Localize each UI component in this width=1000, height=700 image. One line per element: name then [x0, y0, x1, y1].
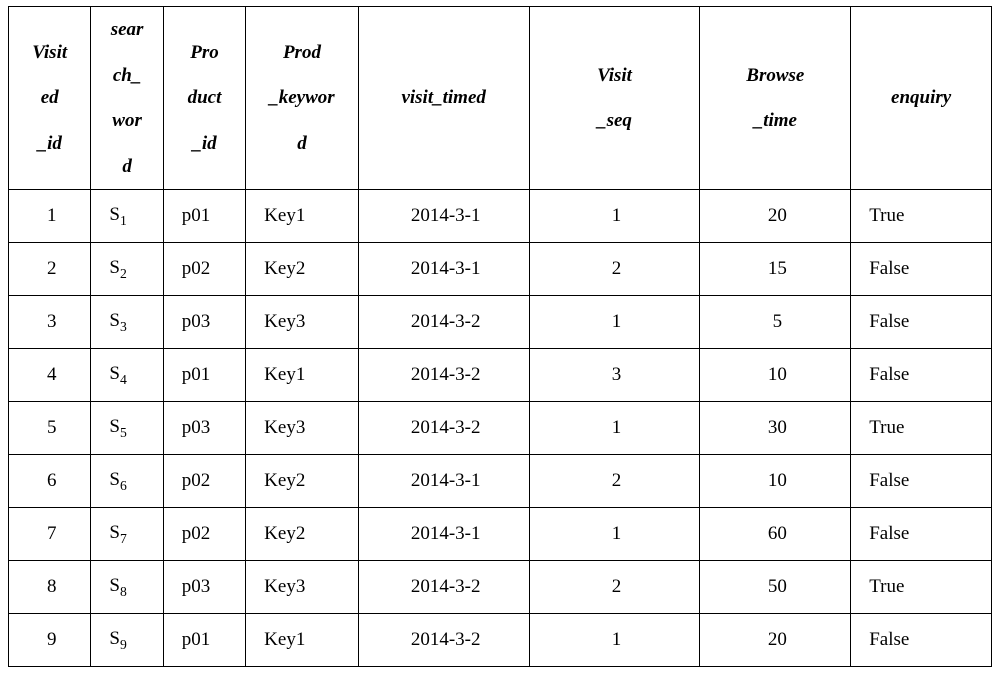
table-row: 3S3p03Key32014-3-215False: [9, 296, 992, 349]
cell-visit-seq: 2: [529, 243, 700, 296]
cell-visited-id: 1: [9, 190, 91, 243]
col-header-visited-id: Visit ed _id: [9, 7, 91, 190]
cell-browse-time: 50: [700, 561, 851, 614]
col-header-browse-time: Browse _time: [700, 7, 851, 190]
cell-enquiry: False: [851, 455, 992, 508]
cell-enquiry: True: [851, 190, 992, 243]
cell-visited-id: 4: [9, 349, 91, 402]
cell-product-id: p01: [163, 614, 245, 667]
cell-prod-keyword: Key3: [246, 561, 359, 614]
cell-search-word: S5: [91, 402, 163, 455]
cell-search-word: S8: [91, 561, 163, 614]
cell-visit-seq: 1: [529, 508, 700, 561]
cell-browse-time: 30: [700, 402, 851, 455]
cell-enquiry: False: [851, 614, 992, 667]
cell-visit-timed: 2014-3-2: [358, 296, 529, 349]
col-header-visit-timed: visit_timed: [358, 7, 529, 190]
cell-product-id: p03: [163, 296, 245, 349]
cell-browse-time: 10: [700, 349, 851, 402]
cell-search-word: S9: [91, 614, 163, 667]
cell-search-word: S4: [91, 349, 163, 402]
cell-enquiry: False: [851, 349, 992, 402]
cell-visit-timed: 2014-3-1: [358, 190, 529, 243]
header-row: Visit ed _id sear ch_ wor d Pro duct _id…: [9, 7, 992, 190]
cell-visited-id: 2: [9, 243, 91, 296]
cell-visit-seq: 2: [529, 455, 700, 508]
cell-visited-id: 9: [9, 614, 91, 667]
cell-product-id: p03: [163, 561, 245, 614]
cell-visit-seq: 1: [529, 190, 700, 243]
table-row: 4S4p01Key12014-3-2310False: [9, 349, 992, 402]
table-container: Visit ed _id sear ch_ wor d Pro duct _id…: [0, 0, 1000, 673]
col-header-enquiry: enquiry: [851, 7, 992, 190]
table-row: 9S9p01Key12014-3-2120False: [9, 614, 992, 667]
table-header: Visit ed _id sear ch_ wor d Pro duct _id…: [9, 7, 992, 190]
cell-visit-timed: 2014-3-2: [358, 614, 529, 667]
cell-visit-seq: 1: [529, 402, 700, 455]
cell-visit-timed: 2014-3-2: [358, 349, 529, 402]
col-header-prod-keyword: Prod _keywor d: [246, 7, 359, 190]
table-row: 2S2p02Key22014-3-1215False: [9, 243, 992, 296]
col-header-product-id: Pro duct _id: [163, 7, 245, 190]
table-row: 6S6p02Key22014-3-1210False: [9, 455, 992, 508]
table-row: 7S7p02Key22014-3-1160False: [9, 508, 992, 561]
cell-visited-id: 7: [9, 508, 91, 561]
cell-browse-time: 20: [700, 614, 851, 667]
cell-search-word: S2: [91, 243, 163, 296]
cell-search-word: S6: [91, 455, 163, 508]
cell-visit-timed: 2014-3-2: [358, 561, 529, 614]
cell-prod-keyword: Key2: [246, 455, 359, 508]
cell-visited-id: 5: [9, 402, 91, 455]
table-row: 8S8p03Key32014-3-2250True: [9, 561, 992, 614]
cell-visit-seq: 1: [529, 296, 700, 349]
cell-enquiry: True: [851, 561, 992, 614]
cell-browse-time: 20: [700, 190, 851, 243]
cell-browse-time: 15: [700, 243, 851, 296]
cell-prod-keyword: Key1: [246, 614, 359, 667]
cell-product-id: p01: [163, 190, 245, 243]
cell-visit-timed: 2014-3-1: [358, 455, 529, 508]
data-table: Visit ed _id sear ch_ wor d Pro duct _id…: [8, 6, 992, 667]
cell-prod-keyword: Key2: [246, 508, 359, 561]
cell-browse-time: 10: [700, 455, 851, 508]
cell-visit-seq: 2: [529, 561, 700, 614]
cell-visited-id: 8: [9, 561, 91, 614]
cell-product-id: p01: [163, 349, 245, 402]
col-header-visit-seq: Visit _seq: [529, 7, 700, 190]
cell-visited-id: 6: [9, 455, 91, 508]
cell-prod-keyword: Key1: [246, 190, 359, 243]
cell-search-word: S3: [91, 296, 163, 349]
cell-search-word: S7: [91, 508, 163, 561]
col-header-search-word: sear ch_ wor d: [91, 7, 163, 190]
table-row: 1S1p01Key12014-3-1120True: [9, 190, 992, 243]
table-row: 5S5p03Key32014-3-2130True: [9, 402, 992, 455]
cell-visited-id: 3: [9, 296, 91, 349]
cell-prod-keyword: Key1: [246, 349, 359, 402]
cell-visit-timed: 2014-3-1: [358, 508, 529, 561]
cell-product-id: p02: [163, 243, 245, 296]
cell-enquiry: False: [851, 296, 992, 349]
cell-product-id: p02: [163, 508, 245, 561]
cell-visit-seq: 3: [529, 349, 700, 402]
cell-visit-seq: 1: [529, 614, 700, 667]
cell-browse-time: 5: [700, 296, 851, 349]
cell-visit-timed: 2014-3-2: [358, 402, 529, 455]
cell-prod-keyword: Key3: [246, 296, 359, 349]
cell-enquiry: False: [851, 508, 992, 561]
cell-enquiry: True: [851, 402, 992, 455]
cell-prod-keyword: Key3: [246, 402, 359, 455]
cell-enquiry: False: [851, 243, 992, 296]
cell-prod-keyword: Key2: [246, 243, 359, 296]
cell-visit-timed: 2014-3-1: [358, 243, 529, 296]
cell-browse-time: 60: [700, 508, 851, 561]
table-body: 1S1p01Key12014-3-1120True2S2p02Key22014-…: [9, 190, 992, 667]
cell-product-id: p03: [163, 402, 245, 455]
cell-search-word: S1: [91, 190, 163, 243]
cell-product-id: p02: [163, 455, 245, 508]
